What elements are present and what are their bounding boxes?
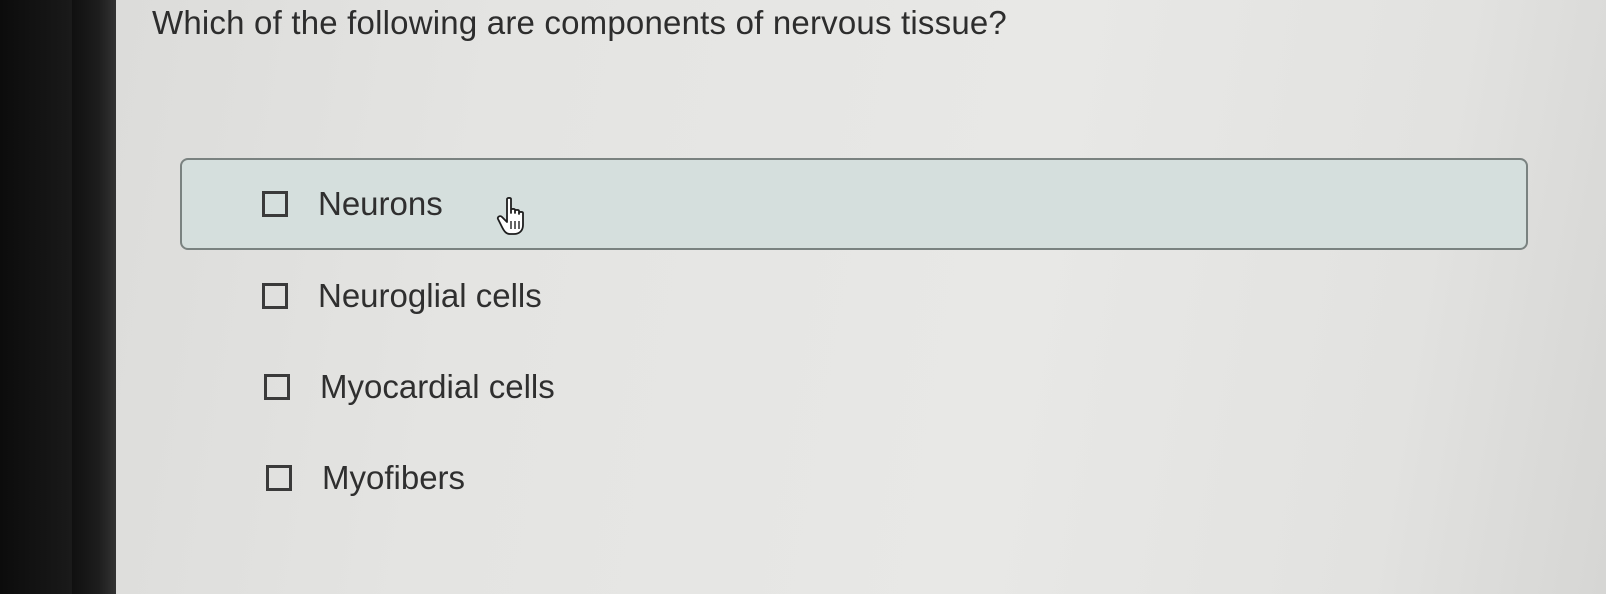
hand-pointer-icon bbox=[496, 196, 524, 235]
monitor-bezel-edge bbox=[72, 0, 116, 594]
checkbox-myofibers[interactable] bbox=[266, 465, 292, 491]
checkbox-myocardial-cells[interactable] bbox=[264, 374, 290, 400]
option-label-myofibers: Myofibers bbox=[322, 459, 466, 496]
checkbox-neuroglial-cells[interactable] bbox=[262, 283, 288, 309]
option-label-neuroglial-cells: Neuroglial cells bbox=[318, 277, 542, 314]
option-label-neurons: Neurons bbox=[318, 185, 443, 222]
option-myocardial-cells[interactable]: Myocardial cells bbox=[180, 341, 1528, 433]
screen: Which of the following are components of… bbox=[0, 0, 1606, 594]
monitor-bezel bbox=[0, 0, 118, 594]
checkbox-neurons[interactable] bbox=[262, 191, 288, 217]
option-neuroglial-cells[interactable]: Neuroglial cells bbox=[180, 250, 1528, 342]
question-text: Which of the following are components of… bbox=[152, 4, 1007, 41]
option-label-myocardial-cells: Myocardial cells bbox=[320, 368, 555, 405]
option-myofibers[interactable]: Myofibers bbox=[180, 432, 1528, 524]
option-neurons[interactable]: Neurons bbox=[180, 158, 1528, 250]
question-panel: Which of the following are components of… bbox=[116, 0, 1606, 594]
